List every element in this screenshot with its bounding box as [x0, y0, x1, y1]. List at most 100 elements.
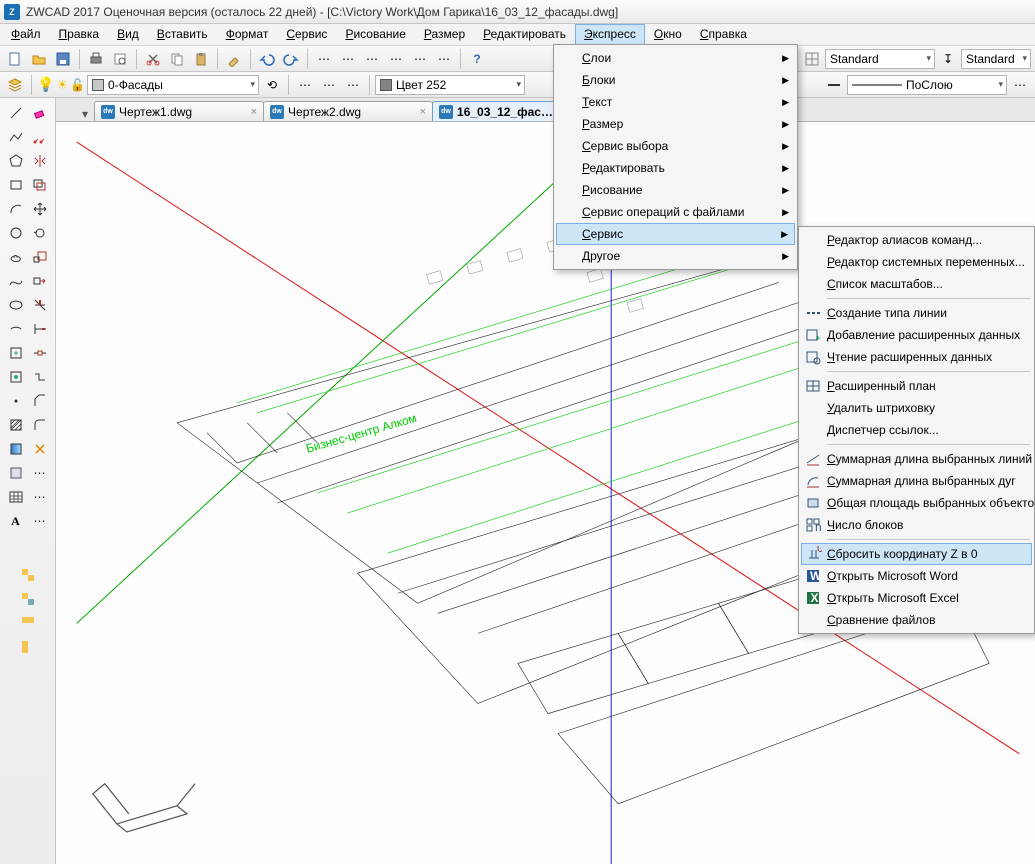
- arc-tool[interactable]: [5, 198, 27, 220]
- tb-extra-2[interactable]: ⋯: [337, 48, 359, 70]
- move-tool[interactable]: [29, 198, 51, 220]
- express-item[interactable]: Сервис▶: [556, 223, 795, 245]
- service-item[interactable]: Расширенный план: [801, 375, 1032, 397]
- explode-tool[interactable]: [29, 438, 51, 460]
- ellipse-arc-tool[interactable]: [5, 318, 27, 340]
- tb-extra-1[interactable]: ⋯: [313, 48, 335, 70]
- service-item[interactable]: Создание типа линии: [801, 302, 1032, 324]
- new-button[interactable]: [4, 48, 26, 70]
- layer-prev-button[interactable]: ⟲: [261, 74, 283, 96]
- express-item[interactable]: Сервис выбора▶: [556, 135, 795, 157]
- service-item[interactable]: nЧисло блоков: [801, 514, 1032, 536]
- style-combo-1[interactable]: Standard: [825, 49, 935, 69]
- express-item[interactable]: Блоки▶: [556, 69, 795, 91]
- layer-manager-button[interactable]: [4, 74, 26, 96]
- ellipse-tool[interactable]: [5, 294, 27, 316]
- express-item[interactable]: Текст▶: [556, 91, 795, 113]
- express-item[interactable]: Слои▶: [556, 47, 795, 69]
- redo-button[interactable]: [280, 48, 302, 70]
- tb-extra-3[interactable]: ⋯: [361, 48, 383, 70]
- rotate-tool[interactable]: [29, 222, 51, 244]
- offset-tool[interactable]: [29, 174, 51, 196]
- service-item[interactable]: Диспетчер ссылок...: [801, 419, 1032, 441]
- join-tool[interactable]: [29, 366, 51, 388]
- rect-tool[interactable]: [5, 174, 27, 196]
- line-tool[interactable]: [5, 102, 27, 124]
- express-item[interactable]: Редактировать▶: [556, 157, 795, 179]
- scale-tool[interactable]: [29, 246, 51, 268]
- service-item[interactable]: Удалить штриховку: [801, 397, 1032, 419]
- layer-tool-2[interactable]: ⋯: [318, 74, 340, 96]
- circle-tool[interactable]: [5, 222, 27, 244]
- service-item[interactable]: Список масштабов...: [801, 273, 1032, 295]
- copy-button[interactable]: [166, 48, 188, 70]
- extend-tool[interactable]: [29, 318, 51, 340]
- service-item[interactable]: Общая площадь выбранных объектов: [801, 492, 1032, 514]
- break-tool[interactable]: [29, 342, 51, 364]
- service-item[interactable]: Суммарная длина выбранных дуг: [801, 470, 1032, 492]
- service-item[interactable]: Чтение расширенных данных: [801, 346, 1032, 368]
- line-icon[interactable]: [823, 74, 845, 96]
- style-btn-1[interactable]: ↧: [937, 48, 959, 70]
- chevron-down-icon[interactable]: ▾: [82, 107, 88, 121]
- tb-extra-4[interactable]: ⋯: [385, 48, 407, 70]
- menu-вставить[interactable]: Вставить: [148, 24, 217, 45]
- print-button[interactable]: [85, 48, 107, 70]
- service-item[interactable]: WОткрыть Microsoft Word: [801, 565, 1032, 587]
- erase-tool[interactable]: [29, 102, 51, 124]
- menu-справка[interactable]: Справка: [691, 24, 756, 45]
- point-tool[interactable]: [5, 390, 27, 412]
- service-item[interactable]: 0Сбросить координату Z в 0: [801, 543, 1032, 565]
- menu-сервис[interactable]: Сервис: [277, 24, 336, 45]
- service-item[interactable]: Редактор системных переменных...: [801, 251, 1032, 273]
- menu-размер[interactable]: Размер: [415, 24, 474, 45]
- color-combo[interactable]: Цвет 252: [375, 75, 525, 95]
- menu-вид[interactable]: Вид: [108, 24, 148, 45]
- match-props-button[interactable]: [223, 48, 245, 70]
- trim-tool[interactable]: [29, 294, 51, 316]
- express-item[interactable]: Сервис операций с файлами▶: [556, 201, 795, 223]
- pline-tool[interactable]: [5, 126, 27, 148]
- tb-extra-6[interactable]: ⋯: [433, 48, 455, 70]
- gradient-tool[interactable]: [5, 438, 27, 460]
- menu-файл[interactable]: Файл: [2, 24, 50, 45]
- menu-редактировать[interactable]: Редактировать: [474, 24, 575, 45]
- region-tool[interactable]: [5, 462, 27, 484]
- layer-tool-3[interactable]: ⋯: [342, 74, 364, 96]
- express-item[interactable]: Рисование▶: [556, 179, 795, 201]
- document-tab[interactable]: dwЧертеж1.dwg×: [94, 101, 264, 121]
- service-item[interactable]: XОткрыть Microsoft Excel: [801, 587, 1032, 609]
- open-button[interactable]: [28, 48, 50, 70]
- service-item[interactable]: Добавление расширенных данных: [801, 324, 1032, 346]
- palette-2[interactable]: [17, 588, 39, 610]
- stretch-tool[interactable]: [29, 270, 51, 292]
- mirror-tool[interactable]: [29, 150, 51, 172]
- menu-рисование[interactable]: Рисование: [336, 24, 414, 45]
- layer-tool-1[interactable]: ⋯: [294, 74, 316, 96]
- make-block-tool[interactable]: [5, 366, 27, 388]
- lineweight-combo[interactable]: ПоСлою: [847, 75, 1007, 95]
- fillet-tool[interactable]: [29, 414, 51, 436]
- copy-tool[interactable]: [29, 126, 51, 148]
- close-icon[interactable]: ×: [420, 106, 426, 118]
- express-item[interactable]: Другое▶: [556, 245, 795, 267]
- cut-button[interactable]: [142, 48, 164, 70]
- line-btn[interactable]: ⋯: [1009, 74, 1031, 96]
- palette-1[interactable]: [17, 564, 39, 586]
- help-button[interactable]: ?: [466, 48, 488, 70]
- text-tool[interactable]: A: [5, 510, 27, 532]
- document-tab[interactable]: dwЧертеж2.dwg×: [263, 101, 433, 121]
- undo-button[interactable]: [256, 48, 278, 70]
- layer-combo[interactable]: 0-Фасады: [87, 75, 259, 95]
- menu-формат[interactable]: Формат: [217, 24, 278, 45]
- spline-tool[interactable]: [5, 270, 27, 292]
- service-item[interactable]: Редактор алиасов команд...: [801, 229, 1032, 251]
- insert-block-tool[interactable]: [5, 342, 27, 364]
- service-item[interactable]: Сравнение файлов: [801, 609, 1032, 631]
- tool-c[interactable]: ⋯: [29, 510, 51, 532]
- table-tool[interactable]: [5, 486, 27, 508]
- paste-button[interactable]: [190, 48, 212, 70]
- tool-a[interactable]: ⋯: [29, 462, 51, 484]
- close-icon[interactable]: ×: [251, 106, 257, 118]
- polygon-tool[interactable]: [5, 150, 27, 172]
